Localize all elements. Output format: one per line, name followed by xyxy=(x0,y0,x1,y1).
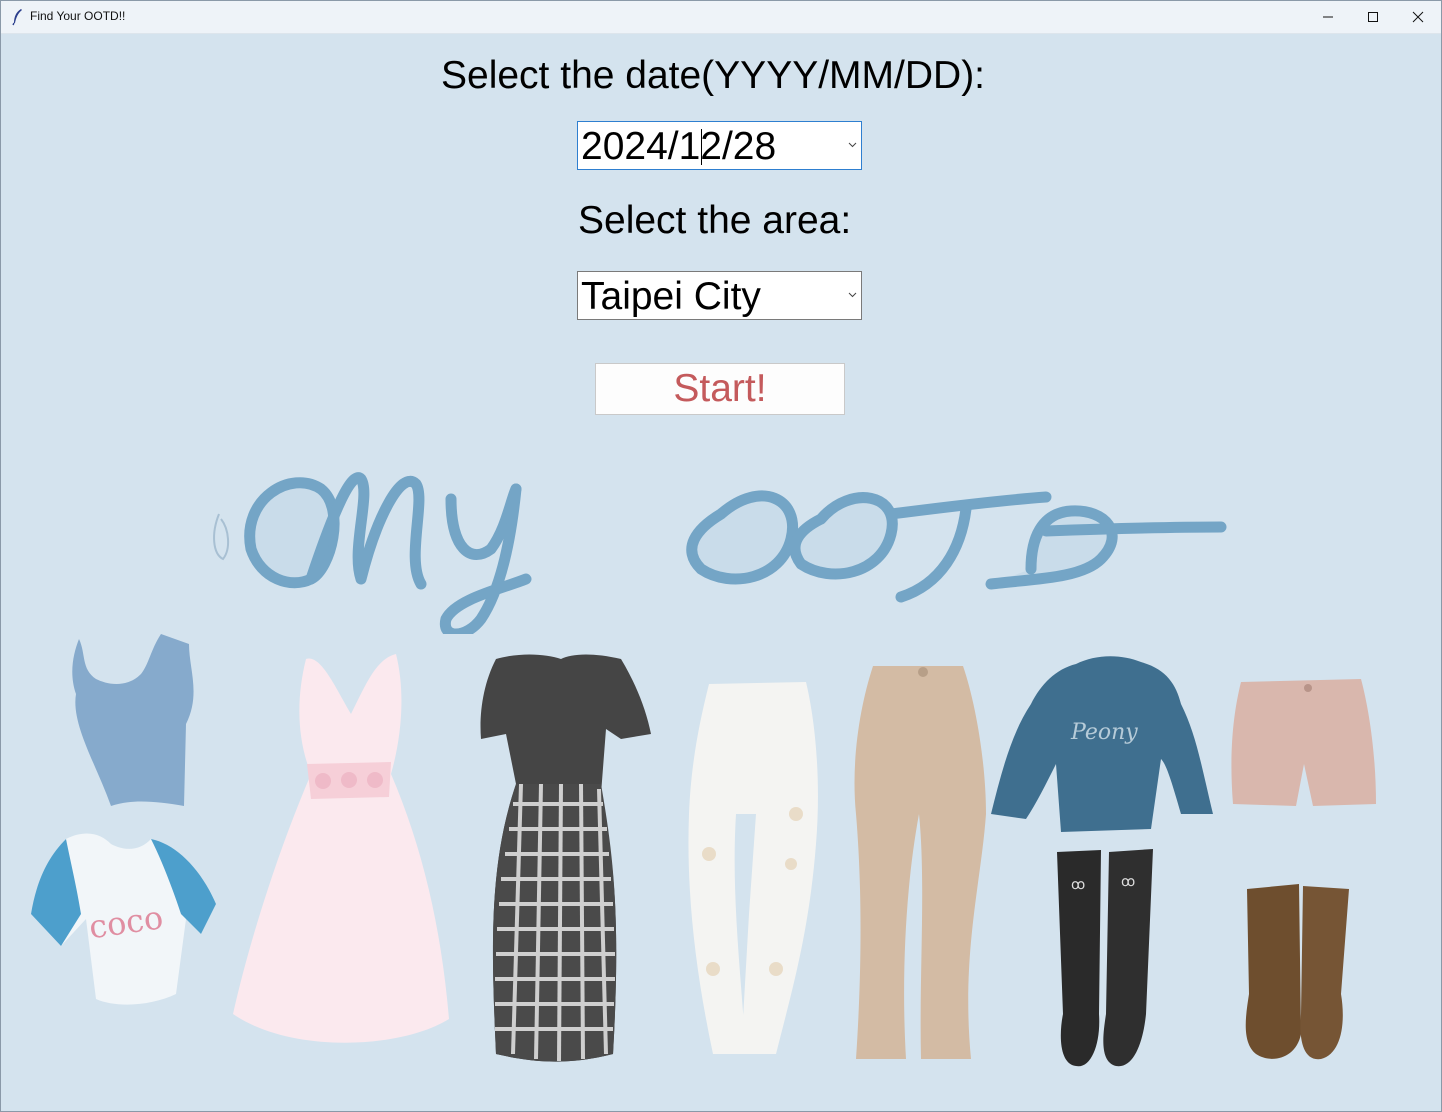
clothing-illustration: coco Peony ꝏ ꝏ xyxy=(31,634,1376,1067)
beige-pants-icon xyxy=(854,666,986,1059)
plaid-dress-icon xyxy=(480,654,651,1062)
area-combobox[interactable]: Taipei City xyxy=(577,271,862,320)
window-title: Find Your OOTD!! xyxy=(30,9,126,23)
close-button[interactable] xyxy=(1395,1,1441,33)
close-icon xyxy=(1412,11,1424,23)
area-label: Select the area: xyxy=(578,199,852,242)
feather-icon xyxy=(12,9,22,26)
title-bar[interactable]: Find Your OOTD!! xyxy=(1,1,1441,34)
minimize-button[interactable] xyxy=(1305,1,1351,33)
svg-text:Peony: Peony xyxy=(1070,720,1138,745)
tank-top-icon xyxy=(72,634,194,806)
date-combobox[interactable]: 2024/12/28 xyxy=(577,121,862,170)
maximize-icon xyxy=(1368,12,1378,22)
start-button-label: Start! xyxy=(673,367,767,410)
white-jeans-icon xyxy=(688,682,818,1054)
chevron-down-icon[interactable] xyxy=(848,142,857,148)
date-label: Select the date(YYYY/MM/DD): xyxy=(441,54,986,97)
svg-text:ꝏ: ꝏ xyxy=(1071,876,1085,892)
date-value[interactable]: 2024/12/28 xyxy=(581,125,776,169)
blue-sweater-icon: Peony xyxy=(991,656,1213,832)
chevron-down-icon[interactable] xyxy=(848,292,857,298)
main-content: Select the date(YYYY/MM/DD): 2024/12/28 … xyxy=(1,34,1441,1111)
maximize-button[interactable] xyxy=(1350,1,1396,33)
text-cursor xyxy=(701,129,702,165)
pink-dress-icon xyxy=(233,654,449,1043)
minimize-icon xyxy=(1323,16,1333,18)
black-boots-icon: ꝏ ꝏ xyxy=(1057,849,1153,1067)
app-window: Find Your OOTD!! Select the date(YYYY/MM… xyxy=(0,0,1442,1112)
my-ootd-logo xyxy=(213,472,1227,634)
area-value[interactable]: Taipei City xyxy=(581,275,761,319)
svg-text:ꝏ: ꝏ xyxy=(1121,873,1135,889)
start-button[interactable]: Start! xyxy=(595,363,845,415)
pink-shorts-icon xyxy=(1231,679,1376,806)
brown-boots-icon xyxy=(1245,884,1349,1060)
coco-t-shirt-icon: coco xyxy=(31,833,216,1005)
